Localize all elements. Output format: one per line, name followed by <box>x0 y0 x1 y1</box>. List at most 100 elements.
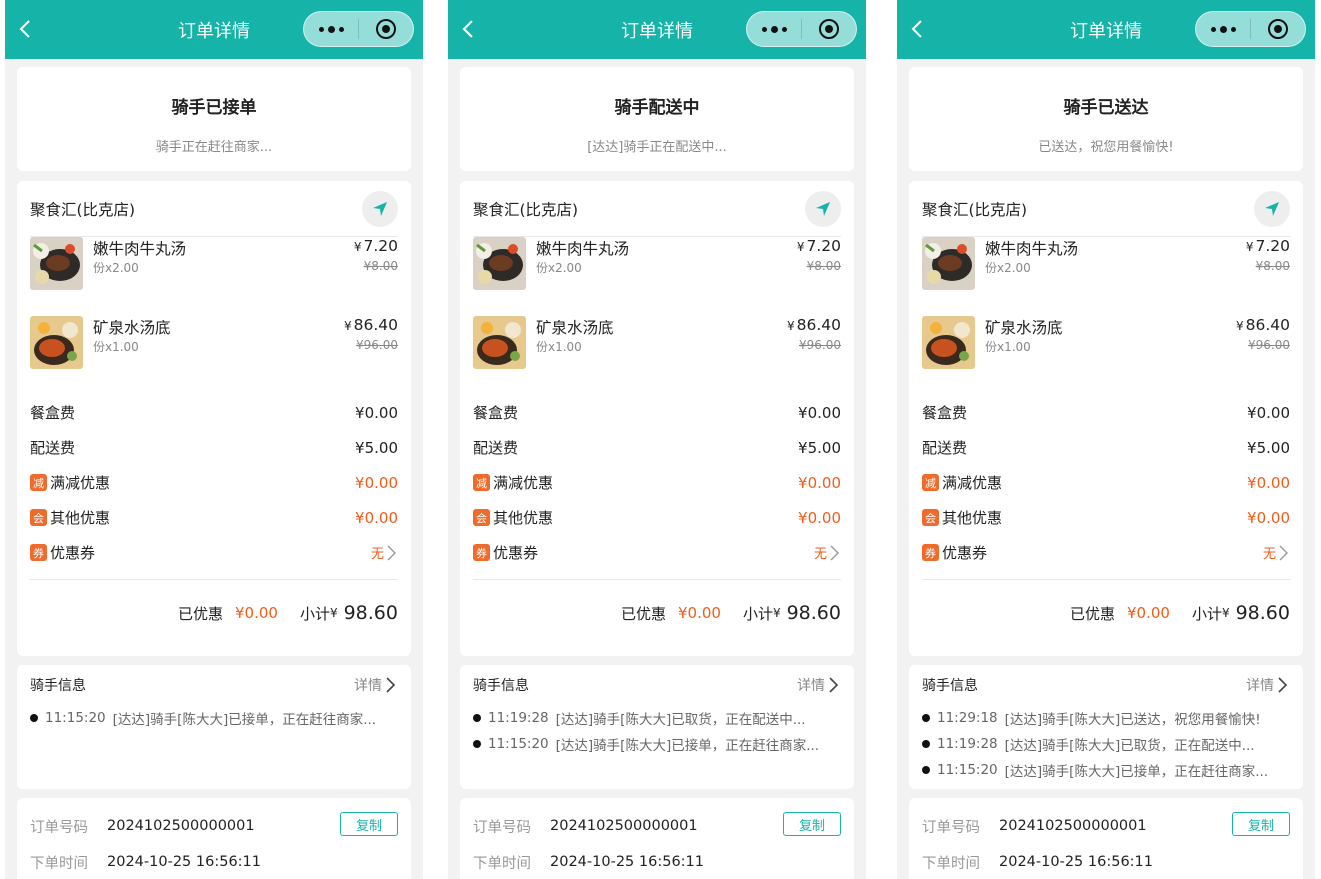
rider-info-card: 骑手信息 详情 11:19:28 [达达]骑手[陈大大]已取货，正在配送中... … <box>460 665 854 789</box>
order-number-row: 订单号码 2024102500000001 复制 <box>922 808 1290 844</box>
list-item[interactable]: 嫩牛肉牛丸汤 份x2.00 ¥7.20 ¥8.00 <box>922 237 1290 316</box>
item-original-price: ¥8.00 <box>1255 259 1290 273</box>
more-button[interactable] <box>304 12 358 46</box>
other-discount-row: 会其他优惠 ¥0.00 <box>922 500 1290 535</box>
member-badge-icon: 会 <box>473 509 490 526</box>
order-info-card: 订单号码 2024102500000001 复制 下单时间 2024-10-25… <box>460 798 854 879</box>
list-item[interactable]: 嫩牛肉牛丸汤 份x2.00 ¥7.20 ¥8.00 <box>30 237 398 316</box>
order-number-row: 订单号码 2024102500000001 复制 <box>473 808 841 844</box>
item-original-price: ¥8.00 <box>806 259 841 273</box>
order-number-row: 订单号码 2024102500000001 复制 <box>30 808 398 844</box>
order-time-row: 下单时间 2024-10-25 16:56:11 <box>30 854 261 872</box>
item-price: ¥86.40 <box>786 316 841 334</box>
mini-program-capsule <box>1195 11 1306 47</box>
navigate-button[interactable] <box>362 190 398 227</box>
food-image <box>30 237 83 290</box>
copy-button[interactable]: 复制 <box>1232 812 1290 836</box>
navigation-arrow-icon <box>1265 201 1279 216</box>
coupon-badge-icon: 券 <box>30 544 47 561</box>
rider-info-title: 骑手信息 <box>922 678 978 694</box>
order-number: 2024102500000001 <box>550 818 698 834</box>
item-price: ¥7.20 <box>353 237 398 255</box>
delivery-fee-row: 配送费 ¥5.00 <box>473 438 841 458</box>
member-badge-icon: 会 <box>922 509 939 526</box>
item-quantity: 份x2.00 <box>985 261 1031 275</box>
more-dots-icon <box>1210 25 1236 33</box>
other-discount-row: 会其他优惠 ¥0.00 <box>473 500 841 535</box>
order-items-card: 聚食汇(比克店) 嫩牛肉牛丸汤 份x2.00 ¥7.20 ¥8.00 矿泉水汤底… <box>460 181 854 656</box>
box-fee-row: 餐盒费 ¥0.00 <box>922 403 1290 423</box>
coupon-row[interactable]: 券优惠券 无 <box>473 535 841 570</box>
list-item[interactable]: 矿泉水汤底 份x1.00 ¥86.40 ¥96.00 <box>922 316 1290 395</box>
item-original-price: ¥96.00 <box>1248 338 1290 352</box>
coupon-badge-icon: 券 <box>473 544 490 561</box>
coupon-row[interactable]: 券优惠券 无 <box>922 535 1290 570</box>
navigate-button[interactable] <box>1254 190 1290 227</box>
order-number: 2024102500000001 <box>107 818 255 834</box>
chevron-right-icon <box>386 677 396 693</box>
reduce-badge-icon: 减 <box>30 474 47 491</box>
coupon-row[interactable]: 券优惠券 无 <box>30 535 398 570</box>
order-time: 2024-10-25 16:56:11 <box>999 854 1153 870</box>
item-original-price: ¥96.00 <box>356 338 398 352</box>
shop-row: 聚食汇(比克店) <box>922 181 1290 237</box>
back-arrow-icon[interactable] <box>15 18 37 40</box>
back-arrow-icon[interactable] <box>907 18 929 40</box>
status-title: 骑手配送中 <box>614 98 700 118</box>
order-time-row: 下单时间 2024-10-25 16:56:11 <box>922 854 1153 872</box>
reduce-badge-icon: 减 <box>473 474 490 491</box>
navigate-button[interactable] <box>805 190 841 227</box>
rider-info-card: 骑手信息 详情 11:15:20 [达达]骑手[陈大大]已接单，正在赶往商家... <box>17 665 411 789</box>
rider-detail-link[interactable]: 详情 <box>354 675 398 695</box>
rider-detail-link[interactable]: 详情 <box>1246 675 1290 695</box>
bullet-icon <box>922 766 930 774</box>
subtotal-row: 已优惠 ¥0.00 小计 ¥ 98.60 <box>620 602 841 624</box>
rider-log-item: 11:19:28 [达达]骑手[陈大大]已取货，正在配送中... <box>922 731 1290 757</box>
nav-bar: 订单详情 <box>897 0 1315 59</box>
status-subtitle: 骑手正在赶往商家... <box>155 140 273 155</box>
rider-log-item: 11:19:28 [达达]骑手[陈大大]已取货，正在配送中... <box>473 705 841 731</box>
close-button[interactable] <box>1251 12 1305 46</box>
rider-info-title: 骑手信息 <box>473 678 529 694</box>
order-time-row: 下单时间 2024-10-25 16:56:11 <box>473 854 704 872</box>
close-button[interactable] <box>359 12 413 46</box>
copy-button[interactable]: 复制 <box>783 812 841 836</box>
item-original-price: ¥96.00 <box>799 338 841 352</box>
status-title: 骑手已接单 <box>171 98 257 118</box>
phone-screen-delivering: 订单详情 骑手配送中 [达达]骑手正在配送中... 聚食汇(比克店) 嫩牛肉牛丸… <box>448 0 866 879</box>
list-item[interactable]: 矿泉水汤底 份x1.00 ¥86.40 ¥96.00 <box>473 316 841 395</box>
full-reduce-row: 减满减优惠 ¥0.00 <box>473 465 841 500</box>
phone-screen-accepted: 订单详情 骑手已接单 骑手正在赶往商家... 聚食汇(比克店) 嫩牛肉牛丸汤 份… <box>5 0 423 879</box>
copy-button[interactable]: 复制 <box>340 812 398 836</box>
item-price: ¥86.40 <box>1235 316 1290 334</box>
more-button[interactable] <box>1196 12 1250 46</box>
order-info-card: 订单号码 2024102500000001 复制 下单时间 2024-10-25… <box>17 798 411 879</box>
member-badge-icon: 会 <box>30 509 47 526</box>
mini-program-capsule <box>303 11 414 47</box>
rider-detail-link[interactable]: 详情 <box>797 675 841 695</box>
chevron-right-icon <box>829 677 839 693</box>
item-name: 嫩牛肉牛丸汤 <box>536 240 630 258</box>
coupon-badge-icon: 券 <box>922 544 939 561</box>
subtotal-row: 已优惠 ¥0.00 小计 ¥ 98.60 <box>1069 602 1290 624</box>
item-quantity: 份x2.00 <box>536 261 582 275</box>
more-button[interactable] <box>747 12 801 46</box>
close-button[interactable] <box>802 12 856 46</box>
item-original-price: ¥8.00 <box>363 259 398 273</box>
rider-info-card: 骑手信息 详情 11:29:18 [达达]骑手[陈大大]已送达，祝您用餐愉快! 1… <box>909 665 1303 789</box>
back-arrow-icon[interactable] <box>458 18 480 40</box>
list-item[interactable]: 嫩牛肉牛丸汤 份x2.00 ¥7.20 ¥8.00 <box>473 237 841 316</box>
bullet-icon <box>473 740 481 748</box>
rider-log-item: 11:15:20 [达达]骑手[陈大大]已接单，正在赶往商家... <box>922 757 1290 783</box>
bullet-icon <box>922 714 930 722</box>
item-name: 矿泉水汤底 <box>93 319 171 337</box>
rider-info-title: 骑手信息 <box>30 678 86 694</box>
chevron-right-icon <box>1279 545 1288 560</box>
subtotal-amount: 98.60 <box>786 602 841 624</box>
food-image <box>30 316 83 369</box>
list-item[interactable]: 矿泉水汤底 份x1.00 ¥86.40 ¥96.00 <box>30 316 398 395</box>
navigation-arrow-icon <box>816 201 830 216</box>
food-image <box>922 237 975 290</box>
navigation-arrow-icon <box>373 201 387 216</box>
subtotal-row: 已优惠 ¥0.00 小计 ¥ 98.60 <box>177 602 398 624</box>
